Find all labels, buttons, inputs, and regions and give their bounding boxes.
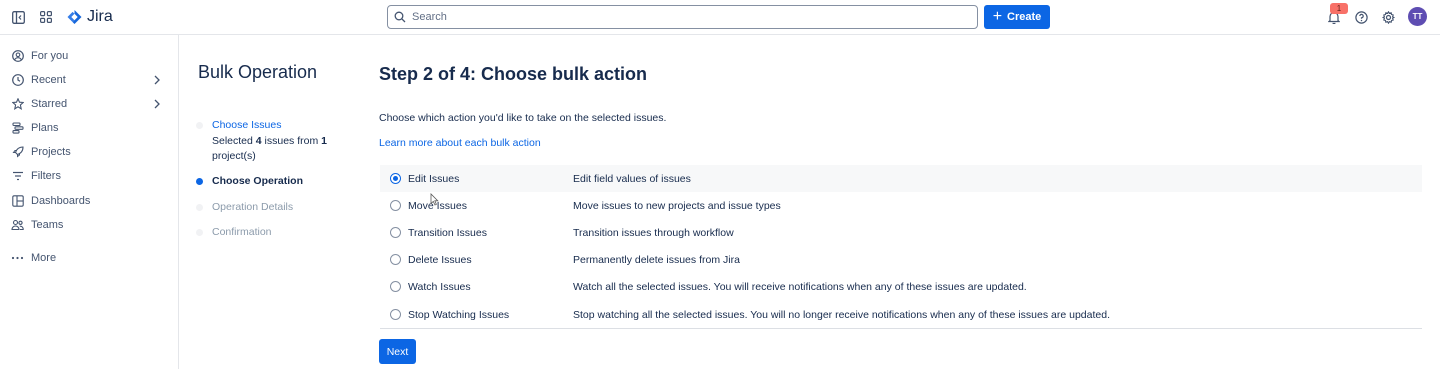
- filter-icon: [11, 170, 24, 183]
- people-icon: [11, 219, 24, 232]
- wizard-step-label: Operation Details: [212, 201, 294, 213]
- create-button[interactable]: + Create: [984, 5, 1050, 29]
- option-label: Watch Issues: [408, 281, 471, 293]
- page-title: Step 2 of 4: Choose bulk action: [379, 64, 648, 84]
- radio-button[interactable]: [390, 173, 401, 184]
- option-delete-issues[interactable]: Delete Issues Permanently delete issues …: [380, 246, 1422, 273]
- settings-gear-icon[interactable]: [1381, 10, 1395, 24]
- sidebar-toggle-icon[interactable]: [11, 10, 25, 24]
- mouse-cursor-icon: [430, 193, 439, 209]
- plus-icon: +: [992, 8, 1003, 25]
- app-name: Jira: [87, 8, 113, 25]
- sidebar-item-label: For you: [31, 50, 69, 62]
- option-description: Stop watching all the selected issues. Y…: [573, 309, 1110, 321]
- sidebar-item-label: Teams: [31, 219, 64, 231]
- radio-button[interactable]: [390, 309, 401, 320]
- option-description: Watch all the selected issues. You will …: [573, 281, 1027, 293]
- sidebar-item-label: Recent: [31, 74, 66, 86]
- sidebar-item-label: Starred: [31, 98, 68, 110]
- option-stop-watching-issues[interactable]: Stop Watching Issues Stop watching all t…: [380, 301, 1422, 328]
- step-indicator-dot: [196, 204, 203, 211]
- option-watch-issues[interactable]: Watch Issues Watch all the selected issu…: [380, 273, 1422, 300]
- options-divider: [380, 328, 1422, 329]
- user-avatar[interactable]: TT: [1408, 7, 1427, 26]
- sidebar-item-dashboards[interactable]: Dashboards: [0, 191, 178, 211]
- plans-icon: [11, 122, 24, 135]
- option-transition-issues[interactable]: Transition Issues Transition issues thro…: [380, 219, 1422, 246]
- selected-project-count: 1: [321, 135, 327, 147]
- rocket-icon: [11, 146, 24, 159]
- sidebar-item-filters[interactable]: Filters: [0, 166, 178, 186]
- radio-button[interactable]: [390, 227, 401, 238]
- chevron-right-icon[interactable]: [153, 99, 161, 112]
- radio-button[interactable]: [390, 200, 401, 211]
- option-label: Stop Watching Issues: [408, 309, 510, 321]
- chevron-right-icon[interactable]: [153, 75, 161, 88]
- person-circle-icon: [11, 50, 24, 63]
- option-label: Transition Issues: [408, 227, 487, 239]
- option-description: Move issues to new projects and issue ty…: [573, 200, 781, 212]
- wizard-step-label: Choose Issues: [212, 119, 282, 131]
- sidebar-item-projects[interactable]: Projects: [0, 142, 178, 162]
- sidebar-item-for-you[interactable]: For you: [0, 46, 178, 66]
- step-indicator-dot: [196, 122, 203, 129]
- selection-summary: Selected 4 issues from 1 project(s): [212, 135, 327, 162]
- app-switcher-icon[interactable]: [39, 10, 53, 24]
- sidebar-item-plans[interactable]: Plans: [0, 118, 178, 138]
- sidebar-item-label: Plans: [31, 122, 59, 134]
- sidebar-item-label: Filters: [31, 170, 61, 182]
- sidebar-item-label: Dashboards: [31, 195, 91, 207]
- learn-more-link[interactable]: Learn more about each bulk action: [379, 137, 541, 149]
- more-dots-icon: [11, 252, 24, 265]
- option-description: Edit field values of issues: [573, 173, 691, 185]
- next-button[interactable]: Next: [379, 339, 416, 364]
- search-placeholder: Search: [412, 11, 447, 23]
- option-edit-issues[interactable]: Edit Issues Edit field values of issues: [380, 165, 1422, 192]
- jira-logo[interactable]: Jira: [66, 7, 113, 27]
- clock-icon: [11, 74, 24, 87]
- intro-text: Choose which action you'd like to take o…: [379, 112, 667, 124]
- step-indicator-dot: [196, 229, 203, 236]
- step-indicator-dot: [196, 178, 203, 185]
- jira-logo-icon: [67, 9, 82, 24]
- sidebar-item-teams[interactable]: Teams: [0, 215, 178, 235]
- option-description: Transition issues through workflow: [573, 227, 734, 239]
- notification-count-badge: 1: [1330, 3, 1348, 14]
- wizard-step-label: Choose Operation: [212, 175, 304, 187]
- star-icon: [11, 98, 24, 111]
- search-icon: [394, 11, 406, 23]
- option-label: Delete Issues: [408, 254, 472, 266]
- sidebar-item-label: Projects: [31, 146, 71, 158]
- sidebar-item-more[interactable]: More: [0, 248, 178, 268]
- option-description: Permanently delete issues from Jira: [573, 254, 740, 266]
- top-navigation-bar: Jira Search + Create 1 TT: [0, 0, 1440, 35]
- wizard-title: Bulk Operation: [198, 62, 318, 82]
- sidebar-item-recent[interactable]: Recent: [0, 70, 178, 90]
- search-input[interactable]: Search: [387, 5, 978, 29]
- create-button-label: Create: [1007, 11, 1042, 23]
- dashboard-icon: [11, 195, 24, 208]
- radio-button[interactable]: [390, 254, 401, 265]
- wizard-step-label: Confirmation: [212, 226, 272, 238]
- help-icon[interactable]: [1354, 10, 1368, 24]
- sidebar-item-label: More: [31, 252, 57, 264]
- sidebar: For you Recent Starred Plans Projects Fi…: [0, 35, 179, 369]
- option-label: Edit Issues: [408, 173, 460, 185]
- option-move-issues[interactable]: Move Issues Move issues to new projects …: [380, 192, 1422, 219]
- sidebar-item-starred[interactable]: Starred: [0, 94, 178, 114]
- radio-button[interactable]: [390, 281, 401, 292]
